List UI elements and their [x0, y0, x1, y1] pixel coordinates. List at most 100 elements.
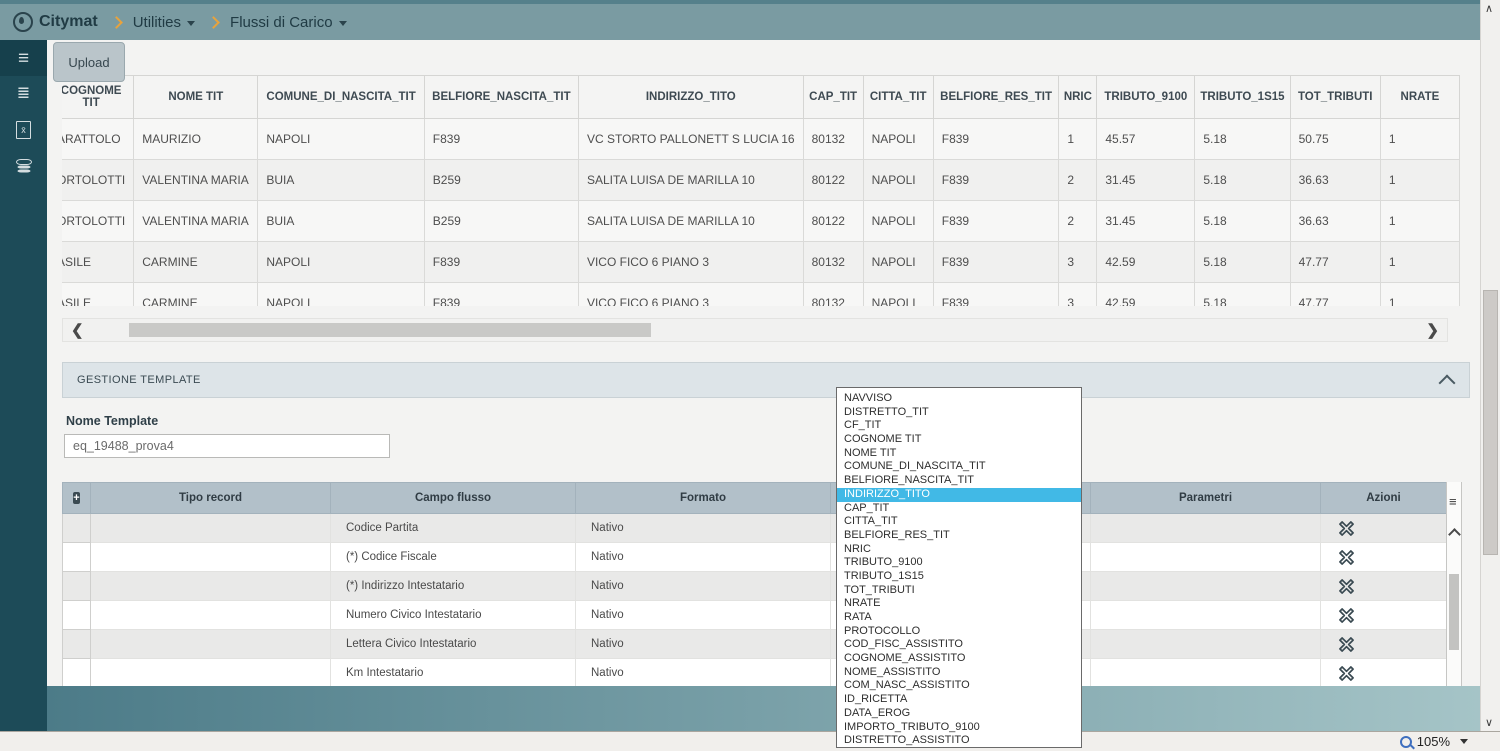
dropdown-option[interactable]: COD_FISC_ASSISTITO	[837, 638, 1081, 652]
dropdown-option[interactable]: CAP_TIT	[837, 502, 1081, 516]
table-cell: 1	[1059, 119, 1097, 160]
delete-mapping-icon[interactable]	[1336, 663, 1357, 684]
template-row[interactable]: Lettera Civico IntestatarioNativo	[63, 630, 1447, 659]
template-row[interactable]: Km IntestatarioNativo	[63, 659, 1447, 687]
dropdown-option[interactable]: COGNOME_ASSISTITO	[837, 652, 1081, 666]
table-cell: 47.77	[1290, 283, 1380, 307]
dropdown-option[interactable]: COM_NASC_ASSISTITO	[837, 679, 1081, 693]
flow-column-header: NOME TIT	[134, 76, 258, 119]
scroll-down-icon[interactable]: ∨	[1485, 716, 1493, 729]
dropdown-option[interactable]: CITTA_TIT	[837, 515, 1081, 529]
horizontal-scrollbar[interactable]: ❮ ❯	[62, 318, 1448, 342]
template-cell: Nativo	[576, 514, 831, 543]
row-expander-cell[interactable]	[63, 630, 91, 659]
scroll-right-icon[interactable]: ❯	[1426, 321, 1439, 341]
table-row[interactable]: ORTOLOTTIVALENTINA MARIABUIAB259SALITA L…	[62, 201, 1460, 242]
add-row-icon[interactable]: +	[73, 492, 79, 504]
table-cell: 31.45	[1097, 201, 1195, 242]
menu-utilities-label: Utilities	[133, 14, 181, 31]
template-row[interactable]: (*) Indirizzo IntestatarioNativo	[63, 572, 1447, 601]
table-cell: 36.63	[1290, 201, 1380, 242]
template-row[interactable]: Numero Civico IntestatarioNativo	[63, 601, 1447, 630]
delete-mapping-icon[interactable]	[1336, 576, 1357, 597]
table-cell: ORTOLOTTI	[62, 160, 134, 201]
row-expander-cell[interactable]	[63, 601, 91, 630]
dropdown-option[interactable]: COGNOME TIT	[837, 433, 1081, 447]
dropdown-option[interactable]: CF_TIT	[837, 419, 1081, 433]
table-cell: 31.45	[1097, 160, 1195, 201]
nome-template-input[interactable]	[64, 434, 390, 458]
flow-column-header: TRIBUTO_1S15	[1195, 76, 1290, 119]
dropdown-option[interactable]: BELFIORE_NASCITA_TIT	[837, 474, 1081, 488]
gestione-template-panel-header[interactable]: GESTIONE TEMPLATE	[62, 362, 1470, 398]
dropdown-option[interactable]: TRIBUTO_9100	[837, 556, 1081, 570]
page-scrollbar-thumb[interactable]	[1483, 290, 1498, 555]
footer-band	[47, 686, 1480, 731]
template-cell	[91, 543, 331, 572]
dropdown-option[interactable]: IMPORTO_TRIBUTO_9100	[837, 721, 1081, 735]
dropdown-option[interactable]: NRATE	[837, 597, 1081, 611]
table-cell: VICO FICO 6 PIANO 3	[578, 283, 803, 307]
browser-zoom-control[interactable]: 105%	[1400, 734, 1468, 749]
dropdown-option[interactable]: NAVVISO	[837, 392, 1081, 406]
dropdown-option[interactable]: INDIRIZZO_TITO	[837, 488, 1081, 502]
chevron-down-icon	[339, 21, 347, 26]
page-scrollbar[interactable]: ∧ ∨	[1480, 0, 1500, 731]
dropdown-option[interactable]: DISTRETTO_TIT	[837, 406, 1081, 420]
dropdown-option[interactable]: COMUNE_DI_NASCITA_TIT	[837, 460, 1081, 474]
template-cell	[1091, 630, 1321, 659]
template-column-header: Azioni	[1321, 483, 1447, 514]
dropdown-option[interactable]: NRIC	[837, 543, 1081, 557]
dropdown-option[interactable]: TOT_TRIBUTI	[837, 584, 1081, 598]
table-cell: 80122	[803, 201, 863, 242]
flow-column-header: BELFIORE_NASCITA_TIT	[424, 76, 578, 119]
table-row[interactable]: ASILECARMINENAPOLIF839VICO FICO 6 PIANO …	[62, 283, 1460, 307]
dropdown-option[interactable]: NOME TIT	[837, 447, 1081, 461]
sidebar-item-list[interactable]: ≣	[0, 76, 47, 112]
delete-mapping-icon[interactable]	[1336, 518, 1357, 539]
app-brand[interactable]: Citymat	[13, 12, 98, 32]
scroll-up-icon[interactable]: ∧	[1485, 2, 1493, 15]
delete-mapping-icon[interactable]	[1336, 605, 1357, 626]
template-cell: (*) Indirizzo Intestatario	[331, 572, 576, 601]
citymat-logo-icon	[13, 12, 33, 32]
dropdown-option[interactable]: ID_RICETTA	[837, 693, 1081, 707]
delete-mapping-icon[interactable]	[1336, 547, 1357, 568]
dropdown-option[interactable]: PROTOCOLLO	[837, 625, 1081, 639]
sidebar-item-file-export[interactable]: x̄	[0, 112, 47, 148]
row-expander-cell[interactable]	[63, 514, 91, 543]
dropdown-option[interactable]: RATA	[837, 611, 1081, 625]
scroll-up-icon[interactable]	[1448, 528, 1461, 541]
table-cell: ASILE	[62, 242, 134, 283]
template-row[interactable]: Codice PartitaNativo	[63, 514, 1447, 543]
table-cell: NAPOLI	[258, 242, 424, 283]
table-row[interactable]: ORTOLOTTIVALENTINA MARIABUIAB259SALITA L…	[62, 160, 1460, 201]
dropdown-option[interactable]: NOME_ASSISTITO	[837, 666, 1081, 680]
table-cell: 3	[1059, 283, 1097, 307]
template-scrollbar-thumb[interactable]	[1449, 574, 1459, 650]
sidebar-item-database[interactable]	[0, 148, 47, 184]
chevron-down-icon	[187, 21, 195, 26]
delete-mapping-icon[interactable]	[1336, 634, 1357, 655]
dropdown-option[interactable]: BELFIORE_RES_TIT	[837, 529, 1081, 543]
collapse-chevron-icon[interactable]	[1439, 375, 1456, 392]
menu-flussi-di-carico[interactable]: Flussi di Carico	[230, 14, 347, 31]
flow-column-header: COMUNE_DI_NASCITA_TIT	[258, 76, 424, 119]
menu-utilities[interactable]: Utilities	[133, 14, 195, 31]
row-expander-cell[interactable]	[63, 543, 91, 572]
table-menu-icon[interactable]: ≡	[1449, 494, 1457, 509]
dropdown-option[interactable]: TRIBUTO_1S15	[837, 570, 1081, 584]
dropdown-option[interactable]: DISTRETTO_ASSISTITO	[837, 734, 1081, 748]
sidebar-item-menu[interactable]: ≡	[0, 40, 47, 76]
table-row[interactable]: ASILECARMINENAPOLIF839VICO FICO 6 PIANO …	[62, 242, 1460, 283]
dropdown-option[interactable]: DATA_EROG	[837, 707, 1081, 721]
scroll-left-icon[interactable]: ❮	[71, 321, 84, 341]
row-expander-cell[interactable]	[63, 659, 91, 687]
template-cell	[91, 659, 331, 687]
upload-button[interactable]: Upload	[53, 42, 125, 82]
template-row[interactable]: (*) Codice FiscaleNativo	[63, 543, 1447, 572]
table-cell: NAPOLI	[863, 242, 933, 283]
table-row[interactable]: ARATTOLOMAURIZIONAPOLIF839VC STORTO PALL…	[62, 119, 1460, 160]
row-expander-cell[interactable]	[63, 572, 91, 601]
horizontal-scrollbar-thumb[interactable]	[129, 323, 651, 337]
